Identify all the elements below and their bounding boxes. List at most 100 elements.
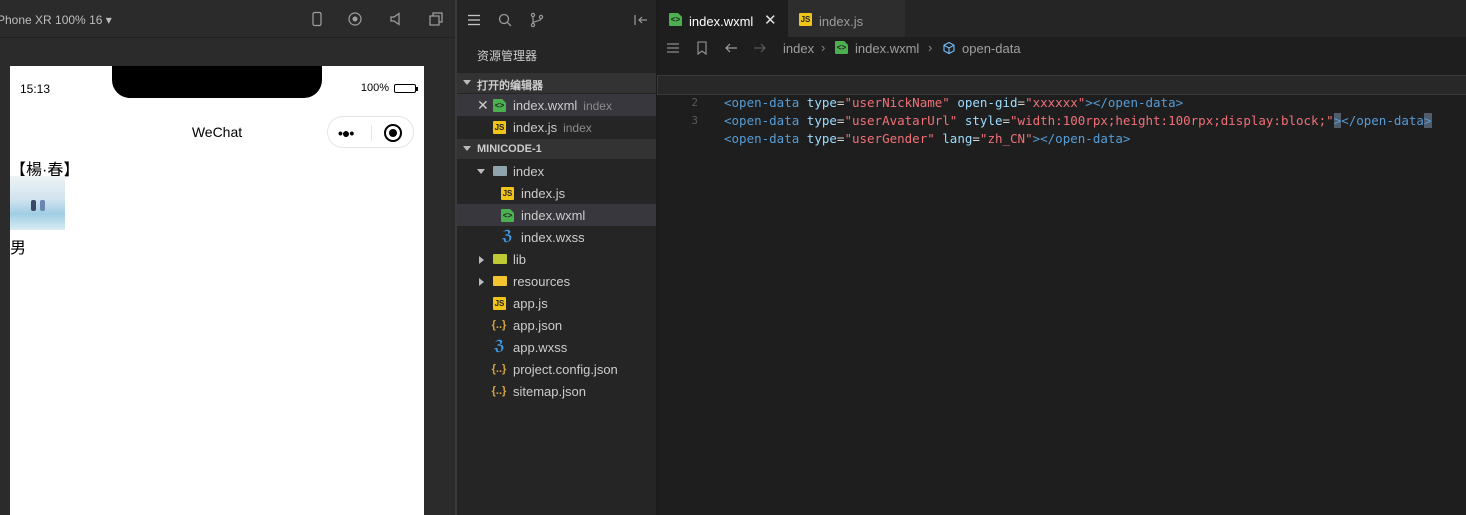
simulator-pane: Phone XR 100% 16 ▾ 15:13 100% WeChat •●•… bbox=[0, 0, 455, 515]
forward-arrow-icon[interactable] bbox=[753, 41, 767, 55]
code-token: < bbox=[1341, 113, 1349, 128]
tab-label: index.wxml bbox=[689, 14, 754, 29]
status-battery: 100% bbox=[360, 82, 418, 94]
tree-file-app-wxss[interactable]: ℨ app.wxss bbox=[457, 336, 656, 358]
user-avatar bbox=[10, 176, 65, 230]
file-name: index.js index bbox=[513, 120, 592, 135]
wxml-file-icon: <> bbox=[501, 209, 514, 222]
record-icon[interactable] bbox=[347, 11, 363, 27]
wxml-file-icon: <> bbox=[493, 99, 506, 112]
tree-folder-resources[interactable]: resources bbox=[457, 270, 656, 292]
tree-label: index bbox=[513, 164, 545, 179]
breadcrumb-item[interactable]: index bbox=[783, 41, 814, 56]
tree-file-index-wxss[interactable]: ℨ index.wxss bbox=[457, 226, 656, 248]
folder-open-icon bbox=[493, 166, 507, 176]
code-token: ></open-data> bbox=[1032, 131, 1131, 146]
tree-folder-index[interactable]: index bbox=[457, 160, 656, 182]
code-token: <open-data bbox=[724, 113, 800, 128]
explorer-toolbar bbox=[457, 0, 656, 38]
back-arrow-icon[interactable] bbox=[724, 41, 738, 55]
open-editors-label: 打开的编辑器 bbox=[477, 80, 543, 92]
battery-icon bbox=[394, 83, 418, 93]
close-icon[interactable]: ✕ bbox=[764, 11, 777, 29]
code-token: /open-data bbox=[1348, 113, 1424, 128]
chevron-down-icon bbox=[463, 80, 471, 85]
bookmark-icon[interactable] bbox=[695, 41, 709, 56]
tree-file-index-js[interactable]: JS index.js bbox=[457, 182, 656, 204]
chevron-down-icon bbox=[463, 146, 471, 151]
tree-file-app-json[interactable]: {..} app.json bbox=[457, 314, 656, 336]
capsule-menu[interactable]: •●• bbox=[327, 116, 414, 148]
tree-label: index.wxss bbox=[521, 230, 585, 245]
open-editors-header[interactable]: 打开的编辑器 bbox=[457, 73, 656, 93]
code-token: type bbox=[806, 113, 837, 128]
window-icon[interactable] bbox=[428, 11, 444, 27]
phone-screen: 15:13 100% WeChat •●• 【楊·春】 男 bbox=[10, 66, 424, 515]
breadcrumb-item[interactable]: open-data bbox=[962, 41, 1021, 56]
chevron-right-icon: › bbox=[928, 40, 933, 55]
close-miniprogram-icon[interactable] bbox=[384, 124, 402, 142]
tree-label: resources bbox=[513, 274, 571, 289]
avatar-figure bbox=[31, 200, 36, 211]
open-editor-desc: index bbox=[583, 99, 612, 113]
js-file-icon: JS bbox=[493, 121, 506, 134]
tree-label: index.js bbox=[521, 186, 566, 201]
collapse-icon[interactable] bbox=[633, 12, 649, 28]
open-editor-index-wxml[interactable]: ✕ <> index.wxml index bbox=[457, 94, 656, 116]
wxml-file-icon: <> bbox=[669, 13, 682, 26]
css-file-icon: ℨ bbox=[494, 337, 505, 353]
tab-bar: <> index.wxml ✕ JS index.js bbox=[658, 0, 1466, 37]
explorer-pane: 资源管理器 打开的编辑器 ✕ <> index.wxml index JS ind… bbox=[457, 0, 656, 515]
tree-file-app-js[interactable]: JS app.js bbox=[457, 292, 656, 314]
open-editor-desc: index bbox=[563, 121, 592, 135]
code-token: "userAvatarUrl" bbox=[844, 113, 958, 128]
tree-file-project-config[interactable]: {..} project.config.json bbox=[457, 358, 656, 380]
list-icon[interactable] bbox=[466, 12, 482, 28]
code-token: type bbox=[806, 131, 837, 146]
search-icon[interactable] bbox=[497, 12, 513, 28]
more-icon[interactable]: •●• bbox=[338, 126, 354, 140]
open-editor-name: index.js bbox=[513, 120, 558, 135]
breadcrumb: index › <> index.wxml › open-data bbox=[658, 37, 1466, 59]
open-editor-index-js[interactable]: JS index.js index bbox=[457, 116, 656, 138]
tab-index-wxml[interactable]: <> index.wxml ✕ bbox=[658, 0, 788, 37]
code-line-current[interactable]: 2 <open-data type="userAvatarUrl" style=… bbox=[657, 75, 1466, 128]
tree-label: sitemap.json bbox=[513, 384, 586, 399]
phone-icon[interactable] bbox=[309, 11, 325, 27]
tree-file-sitemap[interactable]: {..} sitemap.json bbox=[457, 380, 656, 402]
code-token: "userGender" bbox=[844, 131, 935, 146]
tree-folder-lib[interactable]: lib bbox=[457, 248, 656, 270]
json-file-icon: {..} bbox=[491, 319, 507, 331]
close-icon[interactable]: ✕ bbox=[477, 97, 489, 114]
code-text: <open-data type="userGender" lang="zh_CN… bbox=[724, 131, 1131, 146]
capsule-divider bbox=[371, 125, 372, 141]
tree-label: lib bbox=[513, 252, 527, 267]
folder-icon bbox=[493, 254, 507, 264]
code-line[interactable]: 1 <open-data type="userNickName" open-gi… bbox=[658, 58, 1466, 110]
chevron-right-icon bbox=[479, 278, 484, 286]
branch-icon[interactable] bbox=[529, 12, 545, 28]
speaker-icon[interactable] bbox=[388, 11, 404, 27]
code-area[interactable]: 1 <open-data type="userNickName" open-gi… bbox=[657, 58, 1466, 146]
tree-label: project.config.json bbox=[513, 362, 618, 377]
project-header[interactable]: MINICODE-1 bbox=[457, 139, 656, 159]
simulator-toolbar: Phone XR 100% 16 ▾ bbox=[0, 0, 455, 38]
chevron-right-icon: › bbox=[821, 40, 826, 55]
avatar-figure bbox=[40, 200, 45, 211]
js-file-icon: JS bbox=[501, 187, 514, 200]
battery-percent: 100% bbox=[360, 82, 389, 94]
list-icon[interactable] bbox=[666, 41, 680, 55]
code-line[interactable]: 3 <open-data type="userGender" lang="zh_… bbox=[658, 94, 1466, 146]
tab-index-js[interactable]: JS index.js bbox=[788, 0, 906, 37]
code-text: <open-data type="userAvatarUrl" style="w… bbox=[724, 113, 1432, 128]
tree-label: app.json bbox=[513, 318, 563, 333]
code-token: "width:100rpx;height:100rpx;display:bloc… bbox=[1010, 113, 1334, 128]
tree-label: app.js bbox=[513, 296, 548, 311]
device-selector[interactable]: Phone XR 100% 16 ▾ bbox=[0, 13, 112, 27]
css-file-icon: ℨ bbox=[502, 227, 513, 243]
phone-notch bbox=[112, 66, 322, 98]
tree-file-index-wxml[interactable]: <> index.wxml bbox=[457, 204, 656, 226]
breadcrumb-item[interactable]: index.wxml bbox=[855, 41, 919, 56]
chevron-right-icon bbox=[479, 256, 484, 264]
status-time: 15:13 bbox=[20, 82, 51, 96]
